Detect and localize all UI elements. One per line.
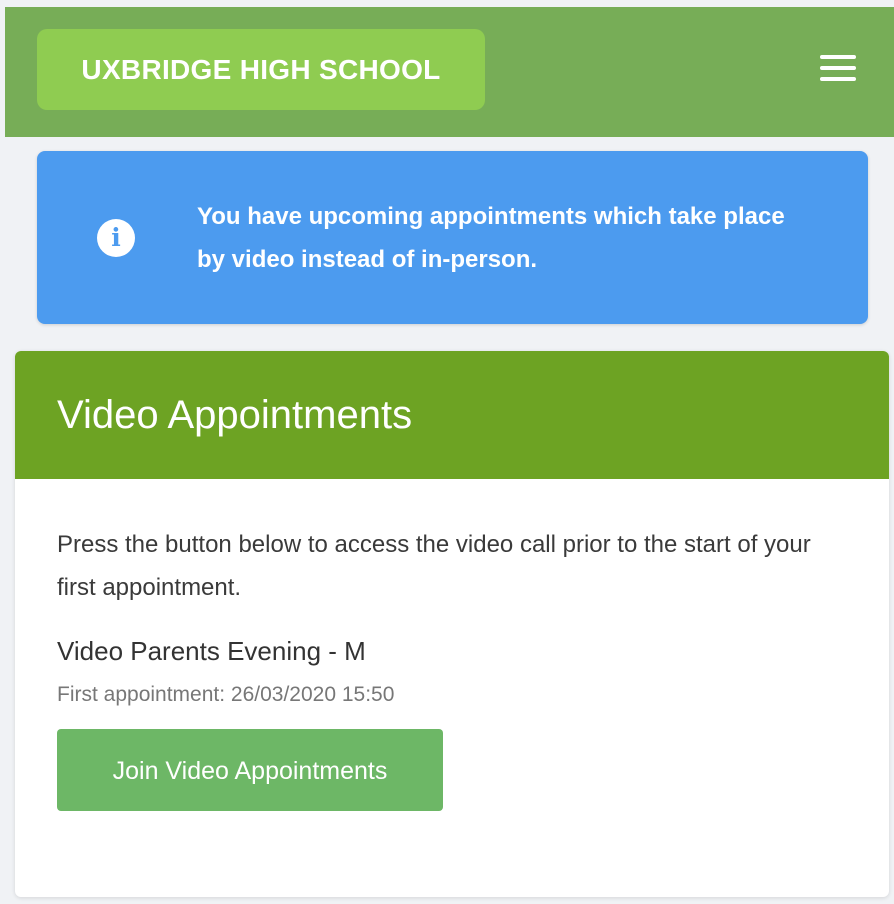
card-description: Press the button below to access the vid… (57, 531, 811, 601)
join-video-appointments-button[interactable]: Join Video Appointments (57, 729, 443, 811)
menu-line-top (820, 55, 856, 59)
event-title: Video Parents Evening - M (57, 636, 366, 666)
hamburger-menu-icon[interactable] (820, 55, 858, 85)
menu-line-bottom (820, 77, 856, 81)
alert-message: You have upcoming appointments which tak… (197, 203, 785, 273)
first-appointment-time: First appointment: 26/03/2020 15:50 (57, 683, 395, 706)
video-appointments-alert: i You have upcoming appointments which t… (37, 151, 868, 324)
school-name-logo[interactable]: UXBRIDGE HIGH SCHOOL (37, 29, 485, 110)
card-title: Video Appointments (15, 351, 889, 479)
menu-line-middle (820, 66, 856, 70)
info-icon: i (97, 219, 135, 257)
top-navigation-bar: UXBRIDGE HIGH SCHOOL (5, 7, 894, 137)
card-body: Press the button below to access the vid… (15, 479, 889, 811)
video-appointments-card: Video Appointments Press the button belo… (15, 351, 889, 897)
school-name-text: UXBRIDGE HIGH SCHOOL (81, 53, 441, 85)
